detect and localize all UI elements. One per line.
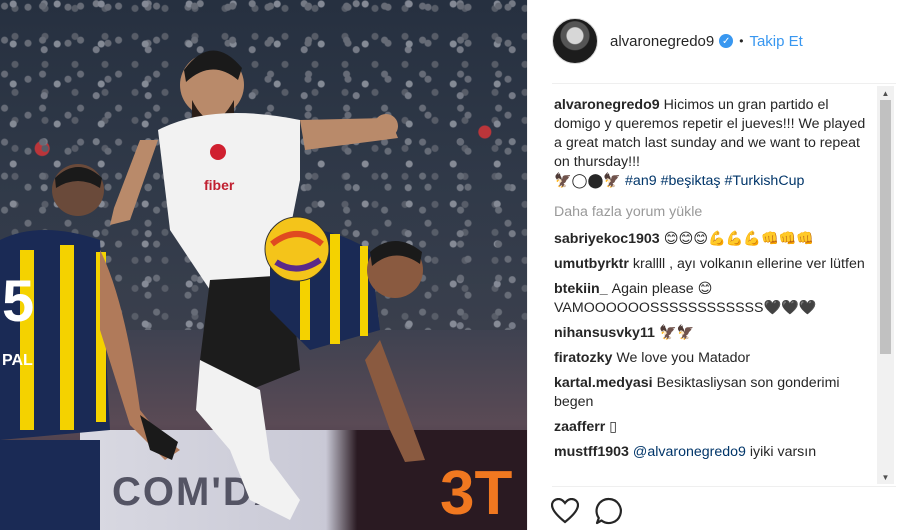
scroll-down-arrow-icon[interactable]: ▼	[877, 470, 894, 484]
comment-username[interactable]: btekiin_	[554, 281, 608, 297]
comment-username[interactable]: nihansusvky11	[554, 325, 655, 341]
jersey-name: PAL	[2, 352, 33, 369]
comment-text: iyiki varsın	[749, 444, 817, 460]
separator-dot: •	[739, 34, 744, 48]
verified-check: ✓	[722, 35, 731, 47]
sponsor-text: fiber	[204, 177, 235, 193]
scroll-thumb[interactable]	[880, 100, 891, 354]
header-divider	[552, 83, 896, 84]
post-side-panel: alvaronegredo9 ✓ • Takip Et alvaronegred…	[527, 0, 898, 530]
comment-item: zaafferr ▯	[554, 418, 874, 437]
header-username[interactable]: alvaronegredo9	[610, 33, 714, 50]
board-number: 3T	[440, 459, 513, 528]
comment-mention-link[interactable]: @alvaronegredo9	[633, 444, 746, 460]
comment-button[interactable]	[594, 496, 624, 526]
comment-username[interactable]: zaafferr	[554, 419, 605, 435]
comments-scrollbar[interactable]: ▲ ▼	[877, 86, 894, 484]
comment-item: sabriyekoc1903 😊😊😊💪💪💪👊👊👊	[554, 230, 874, 249]
hashtag-link[interactable]: #TurkishCup	[724, 173, 804, 189]
load-more-comments-link[interactable]: Daha fazla yorum yükle	[554, 203, 874, 222]
post-header: alvaronegredo9 ✓ • Takip Et	[552, 14, 892, 68]
comment-username[interactable]: sabriyekoc1903	[554, 231, 660, 247]
follow-button[interactable]: Takip Et	[749, 33, 802, 50]
caption-username[interactable]: alvaronegredo9	[554, 97, 660, 113]
comment-item: mustff1903 @alvaronegredo9 iyiki varsın	[554, 443, 874, 462]
comment-item: nihansusvky11 🦅🦅	[554, 324, 874, 343]
comment-username[interactable]: umutbyrktr	[554, 256, 629, 272]
football	[264, 216, 330, 282]
heart-icon	[551, 498, 579, 524]
comment-text: krallll , ayı volkanın ellerine ver lütf…	[632, 256, 865, 272]
hashtag-link[interactable]: #an9	[625, 173, 657, 189]
avatar[interactable]	[552, 18, 598, 64]
comment-item: firatozky We love you Matador	[554, 349, 874, 368]
caption-emoji-line: 🦅◯⬤🦅	[554, 173, 622, 189]
comment-username[interactable]: firatozky	[554, 350, 612, 366]
post-caption: alvaronegredo9 Hicimos un gran partido el…	[554, 96, 874, 191]
comments-list: alvaronegredo9 Hicimos un gran partido el…	[554, 96, 874, 486]
jersey-number: 5	[2, 269, 35, 334]
verified-badge-icon: ✓	[719, 34, 734, 48]
scroll-up-arrow-icon[interactable]: ▲	[877, 86, 894, 100]
comment-item: btekiin_ Again please 😊 VAMOOOOOOSSSSSSSS…	[554, 280, 874, 318]
comment-username[interactable]: kartal.medyasi	[554, 375, 653, 391]
actions-divider	[552, 486, 896, 487]
post-photo[interactable]: COM'DA 3T 5 PAL fiber	[0, 0, 527, 530]
comment-item: kartal.medyasi Besiktasliysan son gonderi…	[554, 374, 874, 412]
comment-icon	[595, 497, 622, 525]
comment-item: umutbyrktr krallll , ayı volkanın ellerin…	[554, 255, 874, 274]
comment-text: 🦅🦅	[658, 325, 695, 341]
hashtag-link[interactable]: #beşiktaş	[661, 173, 721, 189]
post-actions	[550, 496, 624, 526]
comment-username[interactable]: mustff1903	[554, 444, 629, 460]
like-button[interactable]	[550, 496, 580, 526]
comment-text: 😊😊😊💪💪💪👊👊👊	[663, 231, 815, 247]
comment-text: ▯	[609, 419, 618, 435]
comment-text: We love you Matador	[616, 350, 751, 366]
